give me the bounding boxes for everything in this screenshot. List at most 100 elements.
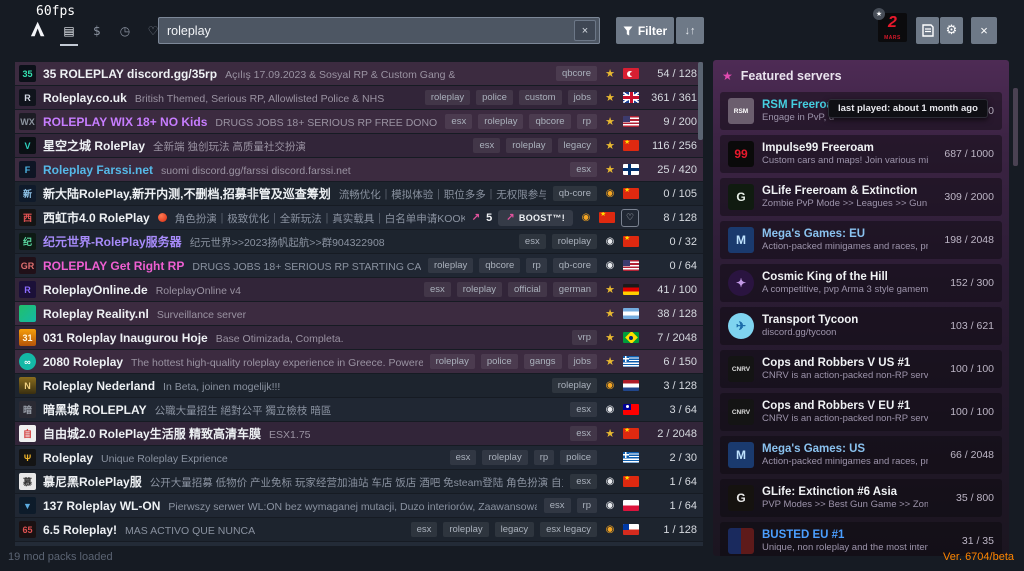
server-row[interactable]: 暗暗黑城 ROLEPLAY 公職大量招生 絕對公平 獨立檢枝 暗區 esx ◉ 3 / … bbox=[15, 398, 703, 421]
featured-server-main: GLife Freeroam & Extinction Zombie PvP Mo… bbox=[762, 184, 928, 210]
server-row[interactable]: 65 6.5 Roleplay! MAS ACTIVO QUE NUNCA esx ro… bbox=[15, 518, 703, 541]
changelog-button[interactable] bbox=[916, 17, 939, 44]
server-row-main: 自由城2.0 RolePlay生活服 精致高清车膜 ESX1.75 bbox=[43, 425, 563, 442]
sort-button[interactable]: ↓↑ bbox=[676, 17, 704, 44]
featured-server-name: Cops and Robbers V EU #1 bbox=[762, 400, 911, 412]
server-tag: gangs bbox=[523, 354, 562, 369]
player-count: 9 / 200 bbox=[663, 115, 697, 128]
nav-history-icon[interactable]: ◷ bbox=[114, 20, 136, 42]
server-row[interactable]: N Roleplay Nederland In Beta, joinen mogel… bbox=[15, 374, 703, 397]
server-row[interactable]: F Roleplay Farssi.net suomi discord.gg/far… bbox=[15, 158, 703, 181]
server-tag: police bbox=[560, 450, 597, 465]
server-row[interactable]: GR ROLEPLAY Get Right RP DRUGS JOBS 18+ SE… bbox=[15, 254, 703, 277]
featured-server[interactable]: M Mega's Games: EU Action-packed minigames… bbox=[720, 221, 1002, 259]
featured-server[interactable]: M Mega's Games: US Action-packed minigames… bbox=[720, 436, 1002, 474]
filter-button[interactable]: Filter bbox=[616, 17, 674, 44]
server-description: Surveillance server bbox=[156, 308, 247, 321]
server-row[interactable]: Roleplay Reality.nl Surveillance server ★ 3… bbox=[15, 302, 703, 325]
trend-icon: ↗ bbox=[471, 212, 481, 223]
player-count: 3 / 64 bbox=[669, 403, 697, 416]
premium-star-icon: ★ bbox=[605, 283, 615, 296]
server-row[interactable]: V 星空之城 RolePlay 全新端 独创玩法 高质量社交扮演 esx rolepla… bbox=[15, 134, 703, 157]
server-list-scrollbar[interactable] bbox=[698, 62, 703, 140]
server-row[interactable]: 西西虹市4.0 RolePlay 角色扮演｜极致优化｜全新玩法｜真实载具｜白名单申… bbox=[15, 206, 703, 229]
premium-star-icon: ★ bbox=[605, 355, 615, 368]
featured-server-main: Mega's Games: EU Action-packed minigames … bbox=[762, 227, 928, 253]
server-description: 纪元世界>>2023扬帆起航>>群904322908 bbox=[189, 237, 385, 249]
featured-player-count: 198 / 2048 bbox=[944, 234, 994, 246]
boost-button[interactable]: ↗ BOOST™! bbox=[498, 209, 573, 226]
server-row[interactable]: ∞ 2080 Roleplay The hottest high-quality r… bbox=[15, 350, 703, 373]
featured-server[interactable]: 99 Impulse99 Freeroam Custom cars and maps… bbox=[720, 135, 1002, 173]
search-input[interactable] bbox=[159, 23, 574, 38]
server-icon: 31 bbox=[19, 329, 36, 346]
fivem-logo-icon bbox=[30, 21, 45, 37]
search-clear-icon[interactable]: × bbox=[574, 20, 596, 41]
featured-server[interactable]: G GLife: Extinction #6 Asia PVP Modes >> B… bbox=[720, 479, 1002, 517]
server-description: 公職大量招生 絕對公平 獨立檢枝 暗區 bbox=[154, 405, 332, 417]
featured-server[interactable]: ✈ Transport Tycoon discord.gg/tycoon 103 / … bbox=[720, 307, 1002, 345]
server-row-right: esx roleplay ◉ 0 / 32 bbox=[518, 234, 697, 249]
player-count: 38 / 128 bbox=[657, 307, 697, 320]
featured-server[interactable]: RSMRSM FreeroamEngage in PvP, d763 / 150… bbox=[720, 92, 1002, 130]
settings-button[interactable]: ⚙ bbox=[940, 17, 963, 44]
server-row[interactable]: 慕慕尼黑RolePlay服 公开大量招募 低物价 产业免标 玩家经营加油站 车店 … bbox=[15, 470, 703, 493]
player-count: 0 / 64 bbox=[669, 259, 697, 272]
user-avatar[interactable]: ★ 2 MARS bbox=[873, 8, 907, 42]
server-list-glyph: ▤ bbox=[63, 24, 75, 38]
server-icon: 纪 bbox=[19, 233, 36, 250]
featured-panel: ★ Featured servers RSM RSM Freeroam Engage… bbox=[713, 60, 1009, 556]
featured-scrollbar[interactable] bbox=[1013, 88, 1018, 166]
server-row[interactable]: ▼ 137 Roleplay WL-ON Pierwszy serwer WL:ON… bbox=[15, 494, 703, 517]
nav-server-list-icon[interactable]: ▤ bbox=[58, 20, 80, 46]
server-description: Unique Roleplay Exprience bbox=[101, 452, 228, 465]
server-row[interactable]: R RoleplayOnline.de RoleplayOnline v4 esx ro… bbox=[15, 278, 703, 301]
flag-gr-icon bbox=[623, 452, 639, 463]
server-row-right: esx ◉ 3 / 64 bbox=[570, 402, 697, 417]
server-row[interactable]: 新新大陆RolePlay,新开内测,不删档,招募非管及巡查筹划 流畅优化｜模拟体验… bbox=[15, 182, 703, 205]
server-description: Base Otimizada, Completa. bbox=[215, 332, 344, 345]
server-tag: roleplay bbox=[482, 450, 528, 465]
server-tag: rp bbox=[576, 114, 597, 129]
server-tag: esx legacy bbox=[540, 522, 597, 537]
server-row-main: 137 Roleplay WL-ON Pierwszy serwer WL:ON … bbox=[43, 499, 537, 513]
server-row[interactable]: 31 031 Roleplay Inaugurou Hoje Base Otimiz… bbox=[15, 326, 703, 349]
server-description: Pierwszy serwer WL:ON bez wymaganej muta… bbox=[168, 500, 536, 513]
flag-pl-icon bbox=[623, 500, 639, 511]
featured-server-main: Cops and Robbers V EU #1 CNRV is an actio… bbox=[762, 399, 928, 425]
history-glyph: ◷ bbox=[119, 24, 131, 38]
server-row[interactable]: 35 35 ROLEPLAY discord.gg/35rp Açılış 17.0… bbox=[15, 62, 703, 85]
featured-server[interactable]: CNRV Cops and Robbers V EU #1 CNRV is an a… bbox=[720, 393, 1002, 431]
server-icon: R bbox=[19, 89, 36, 106]
upvote-badge-icon: ◉ bbox=[605, 380, 615, 391]
server-tag: qbcore bbox=[555, 66, 597, 81]
server-row[interactable]: 纪纪元世界-RolePlay服务器 纪元世界>>2023扬帆起航>>群904322… bbox=[15, 230, 703, 253]
featured-server[interactable]: ✦ Cosmic King of the Hill A competitive, p… bbox=[720, 264, 1002, 302]
player-count: 116 / 256 bbox=[651, 139, 697, 152]
server-row[interactable]: 自自由城2.0 RolePlay生活服 精致高清车膜 ESX1.75 esx ★ 2 /… bbox=[15, 422, 703, 445]
flag-cn-icon bbox=[623, 428, 639, 439]
favorite-button[interactable]: ♡ bbox=[621, 208, 639, 227]
server-row-right: roleplay police custom jobs ★ 361 / 361 bbox=[424, 90, 697, 105]
featured-server-name: Cops and Robbers V US #1 bbox=[762, 357, 911, 369]
featured-server[interactable]: CNRV Cops and Robbers V US #1 CNRV is an a… bbox=[720, 350, 1002, 388]
server-row[interactable]: WX ROLEPLAY WIX 18+ NO Kids DRUGS JOBS 18+… bbox=[15, 110, 703, 133]
last-played-tooltip: last played: about 1 month ago bbox=[828, 99, 988, 118]
server-row[interactable]: R Roleplay.co.uk British Themed, Serious R… bbox=[15, 86, 703, 109]
funnel-icon bbox=[623, 26, 633, 35]
server-tag: esx bbox=[449, 450, 477, 465]
server-tag: qb-core bbox=[552, 186, 597, 201]
nav-premium-icon[interactable]: $ bbox=[86, 20, 108, 42]
flag-gr-icon bbox=[623, 356, 639, 367]
server-row[interactable]: Ψ Roleplay Unique Roleplay Exprience esx rol… bbox=[15, 446, 703, 469]
server-description: British Themed, Serious RP, Allowlisted … bbox=[134, 92, 385, 105]
server-icon: R bbox=[19, 281, 36, 298]
server-tag: esx bbox=[570, 474, 597, 489]
close-button[interactable]: × bbox=[971, 17, 997, 44]
featured-server-icon: CNRV bbox=[728, 356, 754, 382]
featured-server[interactable]: G GLife Freeroam & Extinction Zombie PvP M… bbox=[720, 178, 1002, 216]
featured-server-description: Action-packed minigames and races, progr… bbox=[762, 456, 928, 467]
featured-server-name: GLife: Extinction #6 Asia bbox=[762, 486, 898, 498]
server-name: ROLEPLAY WIX 18+ NO Kids bbox=[43, 114, 208, 129]
server-row-main: Roleplay Unique Roleplay Exprience bbox=[43, 451, 443, 465]
